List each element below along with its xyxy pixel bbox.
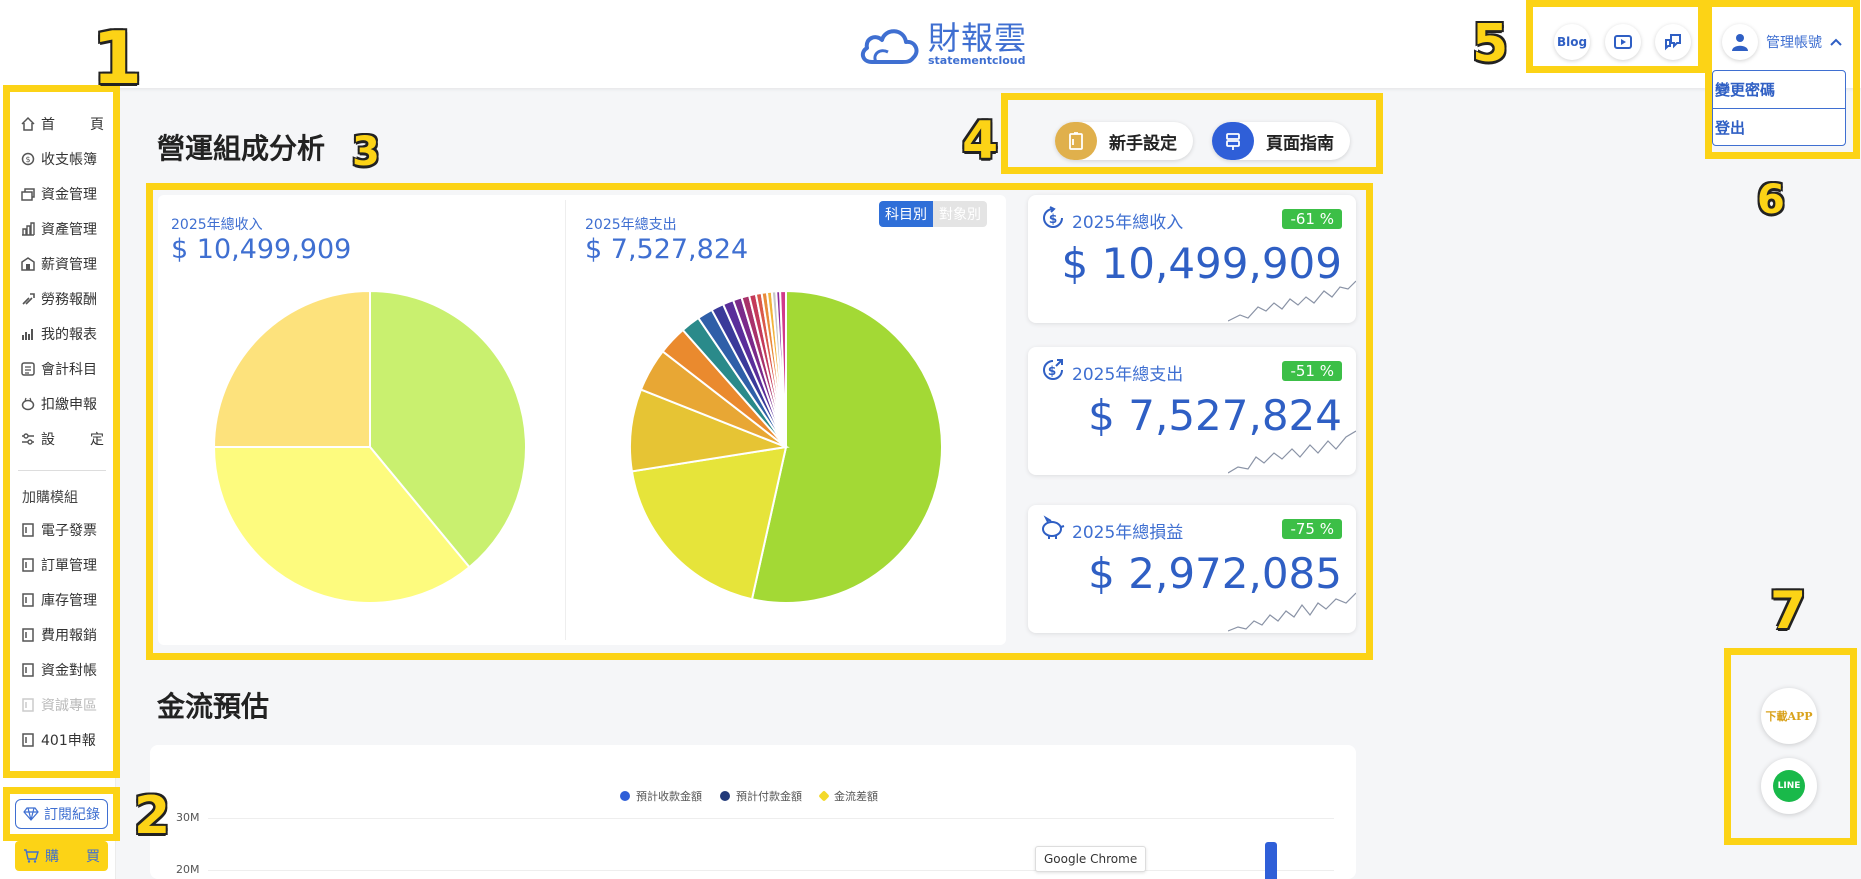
legend-label: 預計付款金額 xyxy=(736,790,802,803)
cashflow-bar[interactable] xyxy=(1265,842,1277,879)
logo-title: 財報雲 xyxy=(928,19,1028,57)
legend-dot xyxy=(620,791,630,801)
buy-button[interactable]: 購買 xyxy=(15,841,108,871)
cloud-logo-icon xyxy=(860,29,919,64)
highlight-box-composition xyxy=(146,183,1373,660)
cart-icon xyxy=(24,849,39,863)
cashflow-panel xyxy=(150,745,1356,879)
browser-tooltip: Google Chrome xyxy=(1035,846,1147,872)
logo-subtitle: statementcloud xyxy=(928,54,1026,67)
legend-item-difference[interactable]: 金流差額 xyxy=(818,788,878,804)
legend-item-payable[interactable]: 預計付款金額 xyxy=(720,788,802,804)
annotation-number: 5 xyxy=(1472,14,1509,74)
highlight-box-subscription xyxy=(3,787,120,841)
cashflow-legend: 預計收款金額 預計付款金額 金流差額 xyxy=(620,788,878,804)
annotation-number: 4 xyxy=(962,111,999,171)
grid-line xyxy=(208,870,1334,871)
legend-label: 預計收款金額 xyxy=(636,790,702,803)
annotation-number: 1 xyxy=(92,16,143,100)
legend-label: 金流差額 xyxy=(834,790,878,803)
legend-dot xyxy=(818,790,830,802)
highlight-box-sidebar xyxy=(3,85,120,778)
highlight-box-header-actions xyxy=(1526,0,1705,73)
annotation-number: 3 xyxy=(352,129,380,175)
label-char: 購 xyxy=(45,849,59,865)
y-axis-tick: 30M xyxy=(176,811,200,824)
app-logo[interactable]: 財報雲 statementcloud xyxy=(858,20,1027,68)
annotation-number: 2 xyxy=(134,786,171,846)
grid-line xyxy=(208,818,1334,819)
page-title: 營運組成分析 xyxy=(157,132,326,165)
annotation-number: 6 xyxy=(1757,177,1785,223)
buy-label: 購買 xyxy=(45,846,100,866)
legend-item-receivable[interactable]: 預計收款金額 xyxy=(620,788,702,804)
legend-dot xyxy=(720,791,730,801)
highlight-box-pills xyxy=(1001,93,1383,174)
highlight-box-account xyxy=(1705,0,1860,159)
highlight-box-floating xyxy=(1724,648,1857,845)
label-char: 買 xyxy=(86,849,100,865)
annotation-number: 7 xyxy=(1770,581,1807,641)
cashflow-title: 金流預估 xyxy=(157,690,270,723)
y-axis-tick: 20M xyxy=(176,863,200,876)
